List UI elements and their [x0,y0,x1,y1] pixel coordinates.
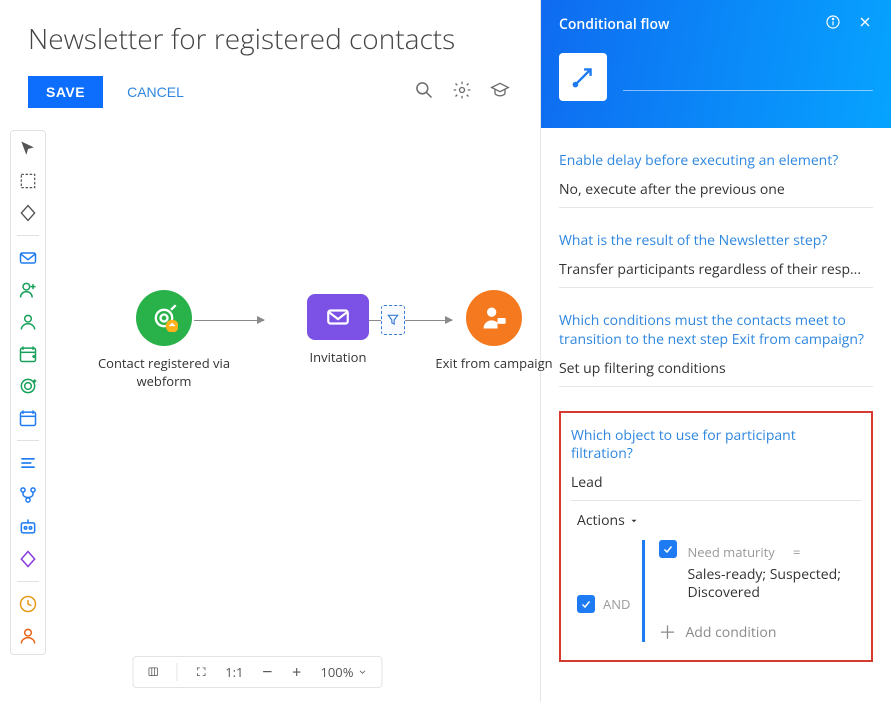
gear-icon[interactable] [452,80,472,105]
field-label: What is the result of the Newsletter ste… [559,232,873,250]
pointer-tool-icon[interactable] [18,139,38,159]
node-label: Contact registered via webform [94,354,234,390]
chevron-down-icon [357,667,367,677]
field-label: Which object to use for participant filt… [571,427,861,463]
contact-element-icon[interactable] [18,312,38,332]
zoom-out-button[interactable]: − [261,664,272,680]
conditions-value-select[interactable]: Set up filtering conditions [559,357,873,387]
node-label: Invitation [268,348,408,366]
email-element-icon[interactable] [18,248,38,268]
add-condition-button[interactable]: ＋ Add condition [659,623,861,642]
delay-value-select[interactable]: No, execute after the previous one [559,178,873,208]
properties-panel: Conditional flow Enable delay before exe… [540,0,891,702]
branch-element-icon[interactable] [18,485,38,505]
add-condition-label: Add condition [685,623,776,642]
logic-operator-toggle[interactable]: AND [603,595,630,613]
lasso-tool-icon[interactable] [18,171,38,191]
target-element-icon[interactable] [18,376,38,396]
close-icon[interactable] [857,14,873,35]
calendar-add-element-icon[interactable] [18,344,38,364]
zoom-in-button[interactable]: + [291,664,302,680]
zoom-toolbar: 1:1 − + 100% [133,656,383,688]
info-icon[interactable] [825,14,841,35]
zoom-level-dropdown[interactable]: 100% [320,663,367,681]
calendar-element-icon[interactable] [18,408,38,428]
search-icon[interactable] [414,80,434,105]
diagram-canvas[interactable]: Contact registered via webform Invitatio… [54,130,540,672]
fit-screen-icon[interactable] [196,664,207,680]
exit-element-icon[interactable] [18,626,38,646]
insert-condition-icon[interactable] [18,203,38,223]
panel-title: Conditional flow [559,15,669,34]
plus-icon: ＋ [659,624,675,640]
filtration-highlight-box: Which object to use for participant filt… [559,411,873,662]
actions-menu[interactable]: Actions [577,511,861,530]
field-label: Enable delay before executing an element… [559,152,873,170]
condition-field[interactable]: Need maturity [687,543,774,561]
element-name-input[interactable] [623,57,873,91]
academy-icon[interactable] [490,80,510,105]
diamond-element-icon[interactable] [18,549,38,569]
node-webform-trigger[interactable]: Contact registered via webform [94,290,234,390]
result-value-select[interactable]: Transfer participants regardless of thei… [559,258,873,288]
element-palette [10,130,46,655]
conditional-flow-marker[interactable] [381,305,405,335]
panel-header: Conditional flow [541,0,891,128]
caret-down-icon [629,516,639,526]
zoom-actual-size-button[interactable]: 1:1 [225,664,243,680]
condition-operator[interactable]: = [793,543,800,561]
node-exit-campaign[interactable]: Exit from campaign [424,290,564,372]
toolbar: SAVE CANCEL [28,76,540,108]
element-type-icon [559,53,607,101]
panels-toggle-icon[interactable] [148,664,159,680]
node-label: Exit from campaign [424,354,564,372]
script-element-icon[interactable] [18,517,38,537]
contact-add-element-icon[interactable] [18,280,38,300]
filtration-object-select[interactable]: Lead [571,471,861,501]
list-element-icon[interactable] [18,453,38,473]
save-button[interactable]: SAVE [28,76,103,108]
condition-value[interactable]: Sales-ready; Suspected; Discovered [687,566,861,602]
actions-label: Actions [577,511,625,530]
timer-element-icon[interactable] [18,594,38,614]
zoom-value-label: 100% [320,663,353,681]
cancel-button[interactable]: CANCEL [127,84,184,100]
group-enabled-checkbox[interactable] [577,595,595,613]
field-label: Which conditions must the contacts meet … [559,312,873,348]
condition-enabled-checkbox[interactable] [659,540,677,558]
page-title: Newsletter for registered contacts [28,20,540,58]
